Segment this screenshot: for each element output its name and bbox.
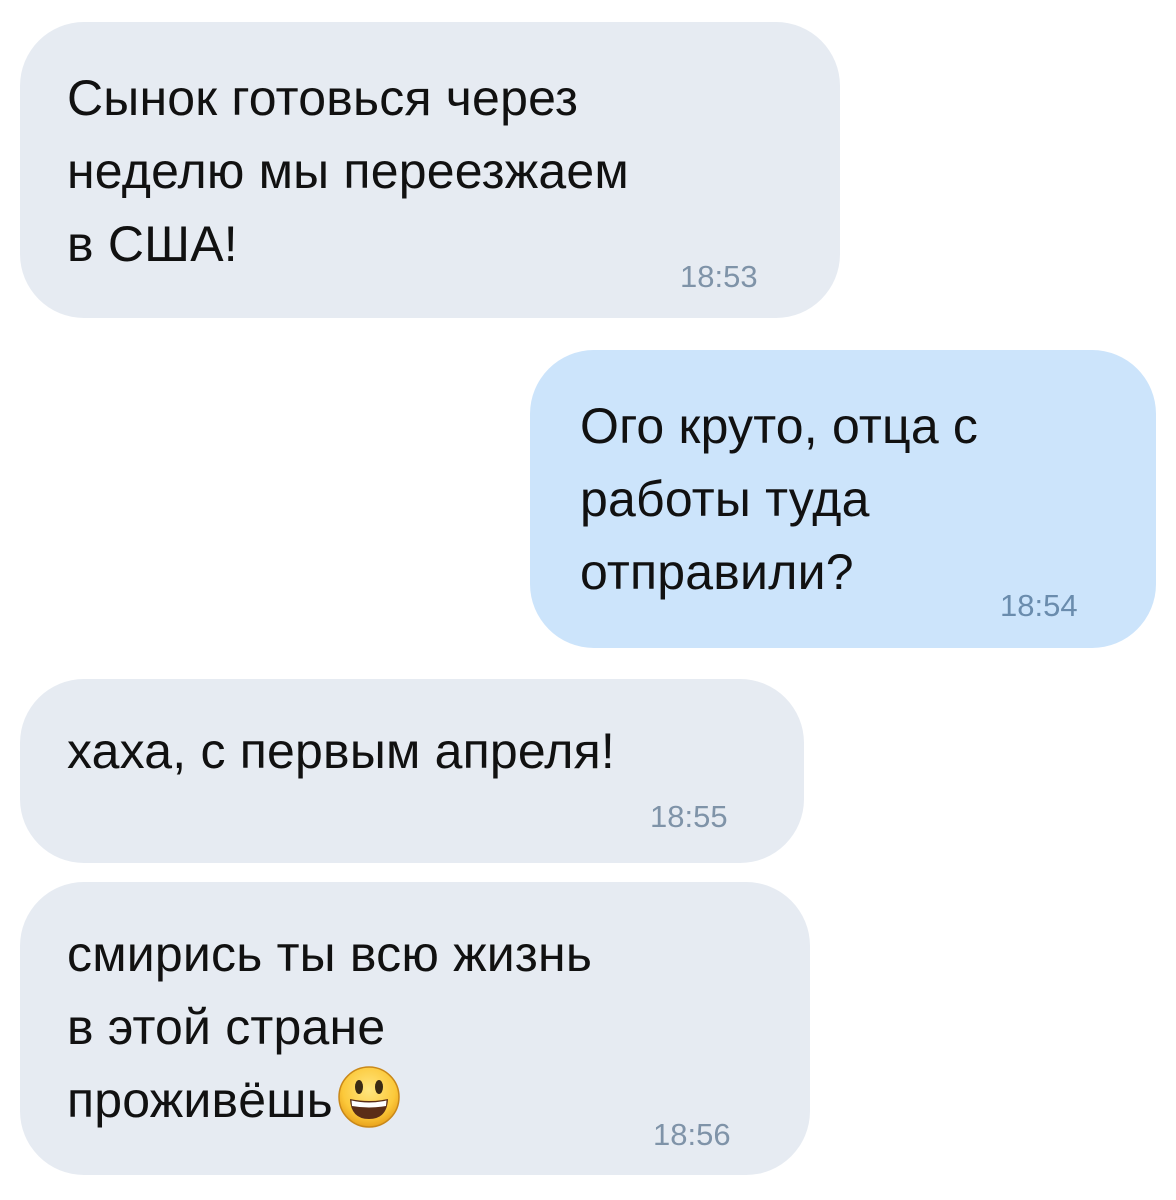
message-text: Сынок готовься через неделю мы переезжае… bbox=[67, 62, 629, 281]
message-line: проживёшь bbox=[67, 1072, 333, 1128]
message-text: хаха, с первым апреля! bbox=[67, 715, 615, 788]
message-line-with-emoji: проживёшь bbox=[67, 1064, 592, 1137]
message-line: Ого круто, отца с bbox=[580, 398, 979, 454]
message-line: отправили? bbox=[580, 544, 854, 600]
message-bubble-incoming[interactable]: смирись ты всю жизнь в этой стране прожи… bbox=[20, 882, 810, 1175]
message-line: хаха, с первым апреля! bbox=[67, 723, 616, 779]
message-line: Сынок готовься через bbox=[67, 70, 579, 126]
message-bubble-outgoing[interactable]: Ого круто, отца с работы туда отправили?… bbox=[530, 350, 1156, 648]
message-line: работы туда bbox=[580, 471, 870, 527]
message-line: смирись ты всю жизнь bbox=[67, 926, 593, 982]
message-line: в этой стране bbox=[67, 999, 386, 1055]
message-line: в США! bbox=[67, 216, 238, 272]
message-timestamp: 18:55 bbox=[650, 799, 728, 834]
message-line: неделю мы переезжаем bbox=[67, 143, 629, 199]
message-text: смирись ты всю жизнь в этой стране прожи… bbox=[67, 918, 592, 1137]
message-timestamp: 18:54 bbox=[1000, 588, 1078, 623]
message-timestamp: 18:56 bbox=[653, 1117, 731, 1152]
message-timestamp: 18:53 bbox=[680, 259, 758, 294]
message-bubble-incoming[interactable]: Сынок готовься через неделю мы переезжае… bbox=[20, 22, 840, 318]
message-bubble-incoming[interactable]: хаха, с первым апреля! 18:55 bbox=[20, 679, 804, 863]
grinning-face-emoji-icon bbox=[337, 1065, 401, 1129]
message-text: Ого круто, отца с работы туда отправили? bbox=[580, 390, 978, 609]
